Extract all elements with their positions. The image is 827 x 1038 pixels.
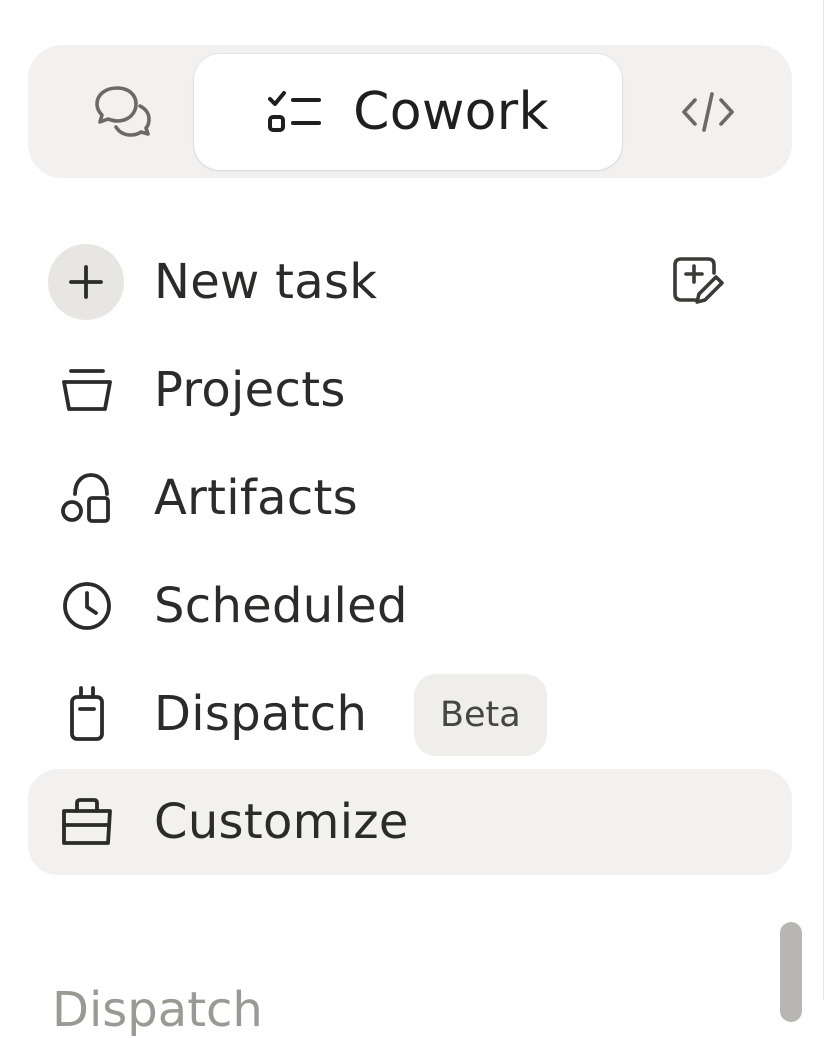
mode-switcher: Cowork: [28, 45, 792, 178]
nav-artifacts-label: Artifacts: [154, 470, 358, 526]
mode-cowork-tab[interactable]: Cowork: [194, 54, 622, 170]
compose-edit-icon[interactable]: [666, 249, 732, 315]
nav-customize[interactable]: Customize: [28, 769, 792, 875]
nav-customize-label: Customize: [154, 794, 409, 850]
mode-code-button[interactable]: [658, 45, 758, 178]
nav-new-task[interactable]: New task: [28, 229, 792, 335]
clock-icon: [54, 573, 120, 639]
section-heading: Dispatch: [52, 982, 263, 1038]
nav-scheduled-label: Scheduled: [154, 578, 408, 634]
shapes-icon: [54, 465, 120, 531]
nav-artifacts[interactable]: Artifacts: [28, 445, 792, 551]
beta-badge: Beta: [414, 674, 547, 756]
nav-new-task-label: New task: [154, 254, 378, 310]
code-icon: [681, 91, 735, 133]
nav-dispatch[interactable]: Dispatch Beta: [28, 661, 792, 767]
nav-scheduled[interactable]: Scheduled: [28, 553, 792, 659]
nav-projects-label: Projects: [154, 362, 346, 418]
scrollbar-thumb[interactable]: [780, 922, 802, 1022]
nav-projects[interactable]: Projects: [28, 337, 792, 443]
briefcase-icon: [54, 789, 120, 855]
mode-cowork-label: Cowork: [353, 82, 549, 142]
nav-dispatch-label: Dispatch: [154, 686, 368, 742]
sidebar-divider: [823, 0, 824, 1000]
chat-bubbles-icon: [93, 84, 153, 140]
device-icon: [54, 681, 120, 747]
plus-icon: [48, 244, 124, 320]
task-list-icon: [267, 90, 323, 134]
folder-tray-icon: [54, 357, 120, 423]
sidebar: Cowork New task Projects Artifacts Sched…: [0, 0, 823, 1038]
mode-chat-button[interactable]: [68, 45, 178, 178]
